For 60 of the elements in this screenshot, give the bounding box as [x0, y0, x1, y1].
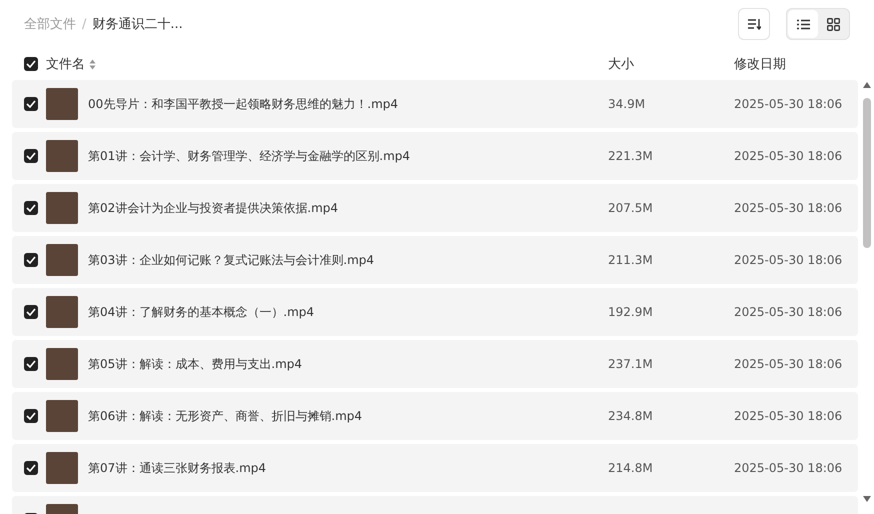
file-row[interactable]: 第07讲：通读三张财务报表.mp4 214.8M 2025-05-30 18:06: [12, 444, 858, 492]
modified-date: 2025-05-30 18:06: [734, 97, 842, 111]
sort-button[interactable]: [738, 8, 770, 40]
list-view-button[interactable]: [788, 10, 818, 38]
video-thumbnail-placeholder: [46, 452, 78, 484]
column-header[interactable]: 文件名: [46, 55, 85, 73]
file-row[interactable]: 第05讲：解读：成本、费用与支出.mp4 237.1M 2025-05-30 18:06: [12, 340, 858, 388]
video-thumbnail-placeholder: [46, 400, 78, 432]
file-name[interactable]: 第07讲：通读三张财务报表.mp4: [88, 460, 266, 474]
row-checkbox[interactable]: [24, 97, 38, 111]
file-name[interactable]: 第02讲会计为企业与投资者提供决策依据.mp4: [88, 200, 338, 214]
row-checkbox[interactable]: [24, 201, 38, 215]
video-thumbnail-placeholder: [46, 192, 78, 224]
list-icon: [796, 18, 810, 30]
row-checkbox[interactable]: [24, 409, 38, 423]
modified-date: 2025-05-30 18:06: [734, 253, 842, 267]
file-name[interactable]: 第01讲：会计学、财务管理学、经济学与金融学的区别.mp4: [88, 148, 410, 162]
row-checkbox[interactable]: [24, 149, 38, 163]
file-size: 211.3M: [608, 253, 653, 267]
file-row[interactable]: 第06讲：解读：无形资产、商誉、折旧与摊销.mp4 234.8M 2025-05-30 18:06: [12, 392, 858, 440]
file-size: 34.9M: [608, 97, 646, 111]
file-size: 214.8M: [608, 461, 653, 475]
video-thumbnail-placeholder: [46, 88, 78, 120]
scrollbar-drawing[interactable]: [862, 80, 872, 504]
file-size: 237.1M: [608, 357, 653, 371]
modified-date: 2025-05-30 18:06: [734, 461, 842, 475]
modified-date: 2025-05-30 18:06: [734, 409, 842, 423]
video-thumbnail-placeholder: [46, 244, 78, 276]
modified-date: 2025-05-30 18:06: [734, 201, 842, 215]
column-header[interactable]: 修改日期: [734, 57, 786, 72]
modified-date: 2025-05-30 18:06: [734, 305, 842, 319]
file-row[interactable]: 第03讲：企业如何记账？复式记账法与会计准则.mp4 211.3M 2025-05-30 18:06: [12, 236, 858, 284]
modified-date: 2025-05-30 18:06: [734, 149, 842, 163]
row-checkbox[interactable]: [24, 253, 38, 267]
select-all-checkbox[interactable]: [24, 57, 38, 71]
column-header[interactable]: 大小: [608, 57, 634, 72]
row-checkbox[interactable]: [24, 461, 38, 475]
grid-icon: [826, 18, 840, 30]
file-row[interactable]: 第01讲：会计学、财务管理学、经济学与金融学的区别.mp4 221.3M 2025-05-30 18:06: [12, 132, 858, 180]
file-name[interactable]: 00先导片：和李国平教授一起领略财务思维的魅力！.mp4: [88, 96, 398, 110]
file-name[interactable]: 第06讲：解读：无形资产、商誉、折旧与摊销.mp4: [88, 408, 362, 422]
video-thumbnail-placeholder: [46, 296, 78, 328]
file-row[interactable]: 第02讲会计为企业与投资者提供决策依据.mp4 207.5M 2025-05-30 18:06: [12, 184, 858, 232]
file-size: 207.5M: [608, 201, 653, 215]
file-size: 221.3M: [608, 149, 653, 163]
modified-date: 2025-05-30 18:06: [734, 357, 842, 371]
file-name[interactable]: 第05讲：解读：成本、费用与支出.mp4: [88, 356, 302, 370]
video-thumbnail-placeholder: [46, 348, 78, 380]
file-name[interactable]: 第04讲：了解财务的基本概念（一）.mp4: [88, 304, 314, 318]
breadcrumb-separator: /: [82, 16, 86, 32]
file-size: 192.9M: [608, 305, 653, 319]
file-name[interactable]: 第03讲：企业如何记账？复式记账法与会计准则.mp4: [88, 252, 374, 266]
file-size: 234.8M: [608, 409, 653, 423]
sort-arrows-icon[interactable]: [89, 58, 96, 70]
video-thumbnail-placeholder: [46, 140, 78, 172]
sort-icon: [747, 18, 761, 30]
row-checkbox[interactable]: [24, 357, 38, 371]
row-checkbox[interactable]: [24, 305, 38, 319]
file-row[interactable]: 00先导片：和李国平教授一起领略财务思维的魅力！.mp4 34.9M 2025-05-30 18:06: [12, 80, 858, 128]
file-row[interactable]: 第04讲：了解财务的基本概念（一）.mp4 192.9M 2025-05-30 18:06: [12, 288, 858, 336]
